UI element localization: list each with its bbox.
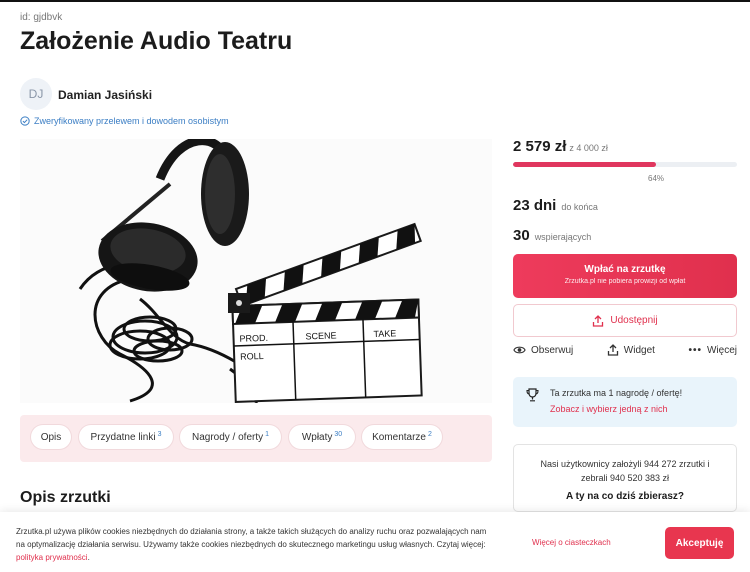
- eye-icon: [513, 346, 526, 354]
- tab-opis[interactable]: Opis: [31, 425, 71, 449]
- widget-label: Widget: [623, 344, 655, 356]
- progress-bar: [513, 162, 737, 167]
- tab-label: Wpłaty: [301, 431, 333, 443]
- tab-komentarze[interactable]: Komentarze 2: [362, 425, 442, 449]
- progress-percent: 64%: [648, 174, 665, 183]
- backers-label: wspierających: [534, 232, 592, 242]
- tab-wplaty[interactable]: Wpłaty 30: [289, 425, 355, 449]
- raised-value: 2 579 zł: [513, 138, 567, 155]
- platform-stats-question: A ty na co dziś zbierasz?: [566, 491, 684, 502]
- share-label: Udostępnij: [610, 315, 658, 326]
- verified-badge: Zweryfikowany przelewem i dowodem osobis…: [20, 116, 229, 126]
- check-circle-icon: [20, 116, 30, 126]
- cookie-banner: Zrzutka.pl używa plików cookies niezbędn…: [0, 512, 750, 572]
- verified-label: Zweryfikowany przelewem i dowodem osobis…: [34, 116, 229, 126]
- days-label: do końca: [561, 202, 598, 212]
- reward-link[interactable]: Zobacz i wybierz jedną z nich: [550, 404, 668, 414]
- campaign-id: id: gjdbvk: [20, 12, 63, 23]
- tab-count: 30: [334, 430, 343, 438]
- observe-label: Obserwuj: [531, 344, 574, 356]
- share-icon: [593, 314, 604, 327]
- days-left: 23 dni do końca: [513, 197, 598, 215]
- backers-value: 30: [513, 227, 530, 244]
- headphones-clapperboard-illustration: PROD. SCENE TAKE ROLL: [20, 139, 492, 403]
- clapper-text-roll: ROLL: [240, 351, 264, 362]
- more-button[interactable]: ••• Więcej: [688, 344, 737, 356]
- tab-przydatne-linki[interactable]: Przydatne linki 3: [79, 425, 173, 449]
- tab-count: 3: [157, 430, 162, 438]
- more-label: Więcej: [706, 344, 737, 356]
- donate-button[interactable]: Wpłać na zrzutkę Zrzutka.pl nie pobiera …: [513, 254, 737, 298]
- reward-box: Ta zrzutka ma 1 nagrodę / ofertę! Zobacz…: [513, 377, 737, 427]
- section-title: Opis zrzutki: [20, 489, 111, 506]
- top-bar: [0, 0, 750, 2]
- backers-count: 30 wspierających: [513, 227, 591, 245]
- donate-label: Wpłać na zrzutkę: [584, 264, 666, 275]
- tab-label: Komentarze: [372, 431, 426, 443]
- widget-icon: [607, 344, 618, 356]
- page-title: Założenie Audio Teatru: [20, 27, 293, 55]
- donate-sublabel: Zrzutka.pl nie pobiera prowizji od wpłat: [564, 278, 686, 285]
- progress-fill: [513, 162, 657, 167]
- reward-text: Ta zrzutka ma 1 nagrodę / ofertę!: [550, 388, 683, 398]
- clapper-text-take: TAKE: [373, 328, 396, 339]
- tab-count: 1: [265, 430, 270, 438]
- cookie-text: Zrzutka.pl używa plików cookies niezbędn…: [16, 527, 487, 549]
- tab-label: Przydatne linki: [90, 431, 156, 443]
- privacy-policy-link[interactable]: polityka prywatności: [16, 553, 88, 562]
- actions-row: Obserwuj Widget ••• Więcej: [513, 344, 737, 356]
- tab-nagrody[interactable]: Nagrody / oferty 1: [180, 425, 281, 449]
- campaign-image[interactable]: PROD. SCENE TAKE ROLL: [20, 139, 492, 403]
- share-button[interactable]: Udostępnij: [513, 304, 737, 337]
- cookie-text-block: Zrzutka.pl używa plików cookies niezbędn…: [16, 527, 487, 562]
- cookie-accept-button[interactable]: Akceptuję: [665, 527, 734, 559]
- clapper-text-scene: SCENE: [305, 330, 336, 341]
- avatar[interactable]: DJ: [20, 78, 52, 110]
- goal-amount: z 4 000 zł: [569, 143, 608, 153]
- days-value: 23 dni: [513, 197, 557, 214]
- cookie-more-link[interactable]: Więcej o ciasteczkach: [532, 538, 611, 547]
- tab-count: 2: [428, 430, 432, 438]
- raised-amount: 2 579 zł z 4 000 zł: [513, 138, 608, 155]
- tab-label: Opis: [40, 431, 62, 443]
- platform-stats: Nasi użytkownicy założyli 944 272 zrzutk…: [513, 444, 737, 512]
- tab-label: Nagrody / oferty: [191, 431, 264, 443]
- tabs-bar: Opis Przydatne linki 3 Nagrody / oferty 1 …: [20, 415, 492, 462]
- more-dots-icon: •••: [688, 344, 702, 356]
- trophy-icon: [526, 388, 539, 402]
- platform-stats-text: Nasi użytkownicy założyli 944 272 zrzutk…: [540, 459, 710, 483]
- clapper-text-prod: PROD.: [239, 333, 268, 344]
- observe-button[interactable]: Obserwuj: [513, 344, 573, 356]
- author-name[interactable]: Damian Jasiński: [58, 88, 152, 102]
- widget-button[interactable]: Widget: [607, 344, 655, 356]
